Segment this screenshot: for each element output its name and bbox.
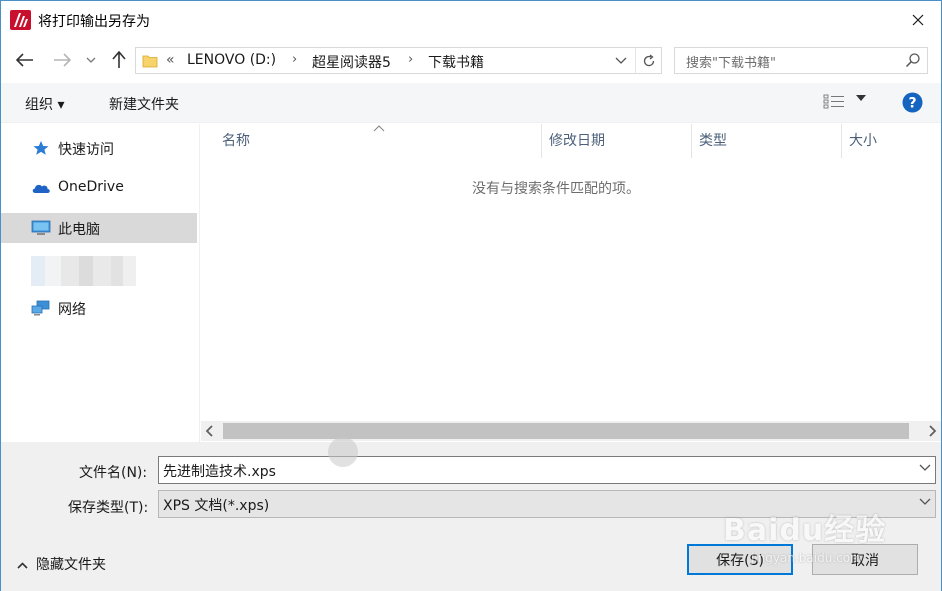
filename-field[interactable]: 先进制造技术.xps [158,456,936,484]
sidebar-item-label: 快速访问 [58,142,114,158]
scroll-left-icon[interactable] [205,424,215,438]
horizontal-scrollbar[interactable] [201,421,941,441]
chevron-down-icon [86,57,96,63]
refresh-icon [643,53,654,66]
chevron-down-icon[interactable] [919,464,931,472]
scrollbar-thumb[interactable] [223,423,909,439]
sidebar-item-onedrive[interactable]: OneDrive [1,173,197,203]
svg-text:?: ? [908,96,916,112]
watermark-url: jingyan.baidu.com [751,551,862,565]
breadcrumb-drive[interactable]: LENOVO (D:) [187,52,276,68]
watermark-brand: Baidu经验 [723,513,887,548]
sidebar-item-label: 网络 [58,302,86,318]
chevron-up-icon [17,562,28,569]
loading-indicator [328,437,358,467]
search-placeholder: 搜索"下载书籍" [686,56,776,71]
sidebar-item-network[interactable]: 网络 [1,293,197,323]
refresh-button[interactable] [635,48,661,73]
baidu-jingyan-watermark: Baidu经验 jingyan.baidu.com [723,487,893,565]
filename-label: 文件名(N): [79,465,148,481]
breadcrumb-reader-folder[interactable]: 超星阅读器5 [312,52,391,72]
app-logo-icon [10,10,31,30]
view-options-icon[interactable] [823,93,845,109]
chevron-down-icon [615,57,627,64]
close-icon [912,14,924,26]
organize-menu-button[interactable]: 组织 ▾ [25,94,64,114]
hide-folders-label: 隐藏文件夹 [36,557,106,573]
computer-icon [31,220,51,235]
sidebar-item-label: 此电脑 [58,222,100,238]
dialog-title: 将打印输出另存为 [38,14,150,30]
sidebar-item-quick-access[interactable]: 快速访问 [1,133,197,163]
navigation-pane: 快速访问 OneDrive 此电脑 网络 [1,124,200,443]
search-icon[interactable] [905,52,921,68]
address-history-button[interactable] [609,48,633,73]
help-icon[interactable]: ? [902,92,923,113]
recent-locations-button[interactable] [81,47,101,73]
new-folder-button[interactable]: 新建文件夹 [109,94,179,114]
filetype-label: 保存类型(T): [68,500,149,516]
save-dialog: 将打印输出另存为 « LENOVO (D:) › 超星阅读器5 › 下载书籍 搜… [0,0,942,591]
close-button[interactable] [895,1,941,39]
sidebar-item-this-pc[interactable]: 此电脑 [1,213,197,243]
arrow-left-icon [16,53,33,67]
title-bar: 将打印输出另存为 [1,1,941,39]
arrow-up-icon [112,51,126,68]
breadcrumb-separator-icon[interactable]: › [408,52,413,67]
filename-value: 先进制造技术.xps [163,464,276,480]
hide-folders-toggle[interactable]: 隐藏文件夹 [17,554,106,574]
sidebar-item-label: OneDrive [58,179,124,195]
up-button[interactable] [106,47,132,73]
breadcrumb-download-folder[interactable]: 下载书籍 [428,52,484,72]
file-list: 名称 修改日期 类型 大小 没有与搜索条件匹配的项。 [201,124,941,420]
scroll-right-icon[interactable] [927,424,937,438]
search-input[interactable]: 搜索"下载书籍" [674,47,928,74]
chevron-down-icon[interactable] [919,498,931,506]
breadcrumb-overflow[interactable]: « [166,52,175,68]
view-dropdown-icon[interactable] [856,95,866,101]
folder-icon [142,55,158,68]
blurred-sidebar-item[interactable] [31,256,136,286]
arrow-right-icon [54,53,71,67]
filetype-value: XPS 文档(*.xps) [163,498,270,514]
breadcrumb-separator-icon[interactable]: › [292,52,297,67]
star-icon [33,141,49,155]
column-header-size[interactable]: 大小 [842,124,941,158]
back-button[interactable] [12,47,38,73]
navigation-bar: « LENOVO (D:) › 超星阅读器5 › 下载书籍 搜索"下载书籍" [1,39,941,83]
column-header-name[interactable]: 名称 [201,124,542,158]
address-bar[interactable]: « LENOVO (D:) › 超星阅读器5 › 下载书籍 [135,47,662,74]
column-header-type[interactable]: 类型 [692,124,842,158]
network-icon [31,300,50,316]
column-header-date[interactable]: 修改日期 [542,124,692,158]
command-bar: 组织 ▾ 新建文件夹 [1,83,941,123]
cloud-icon [32,184,50,193]
forward-button[interactable] [49,47,75,73]
empty-results-message: 没有与搜索条件匹配的项。 [472,181,640,197]
